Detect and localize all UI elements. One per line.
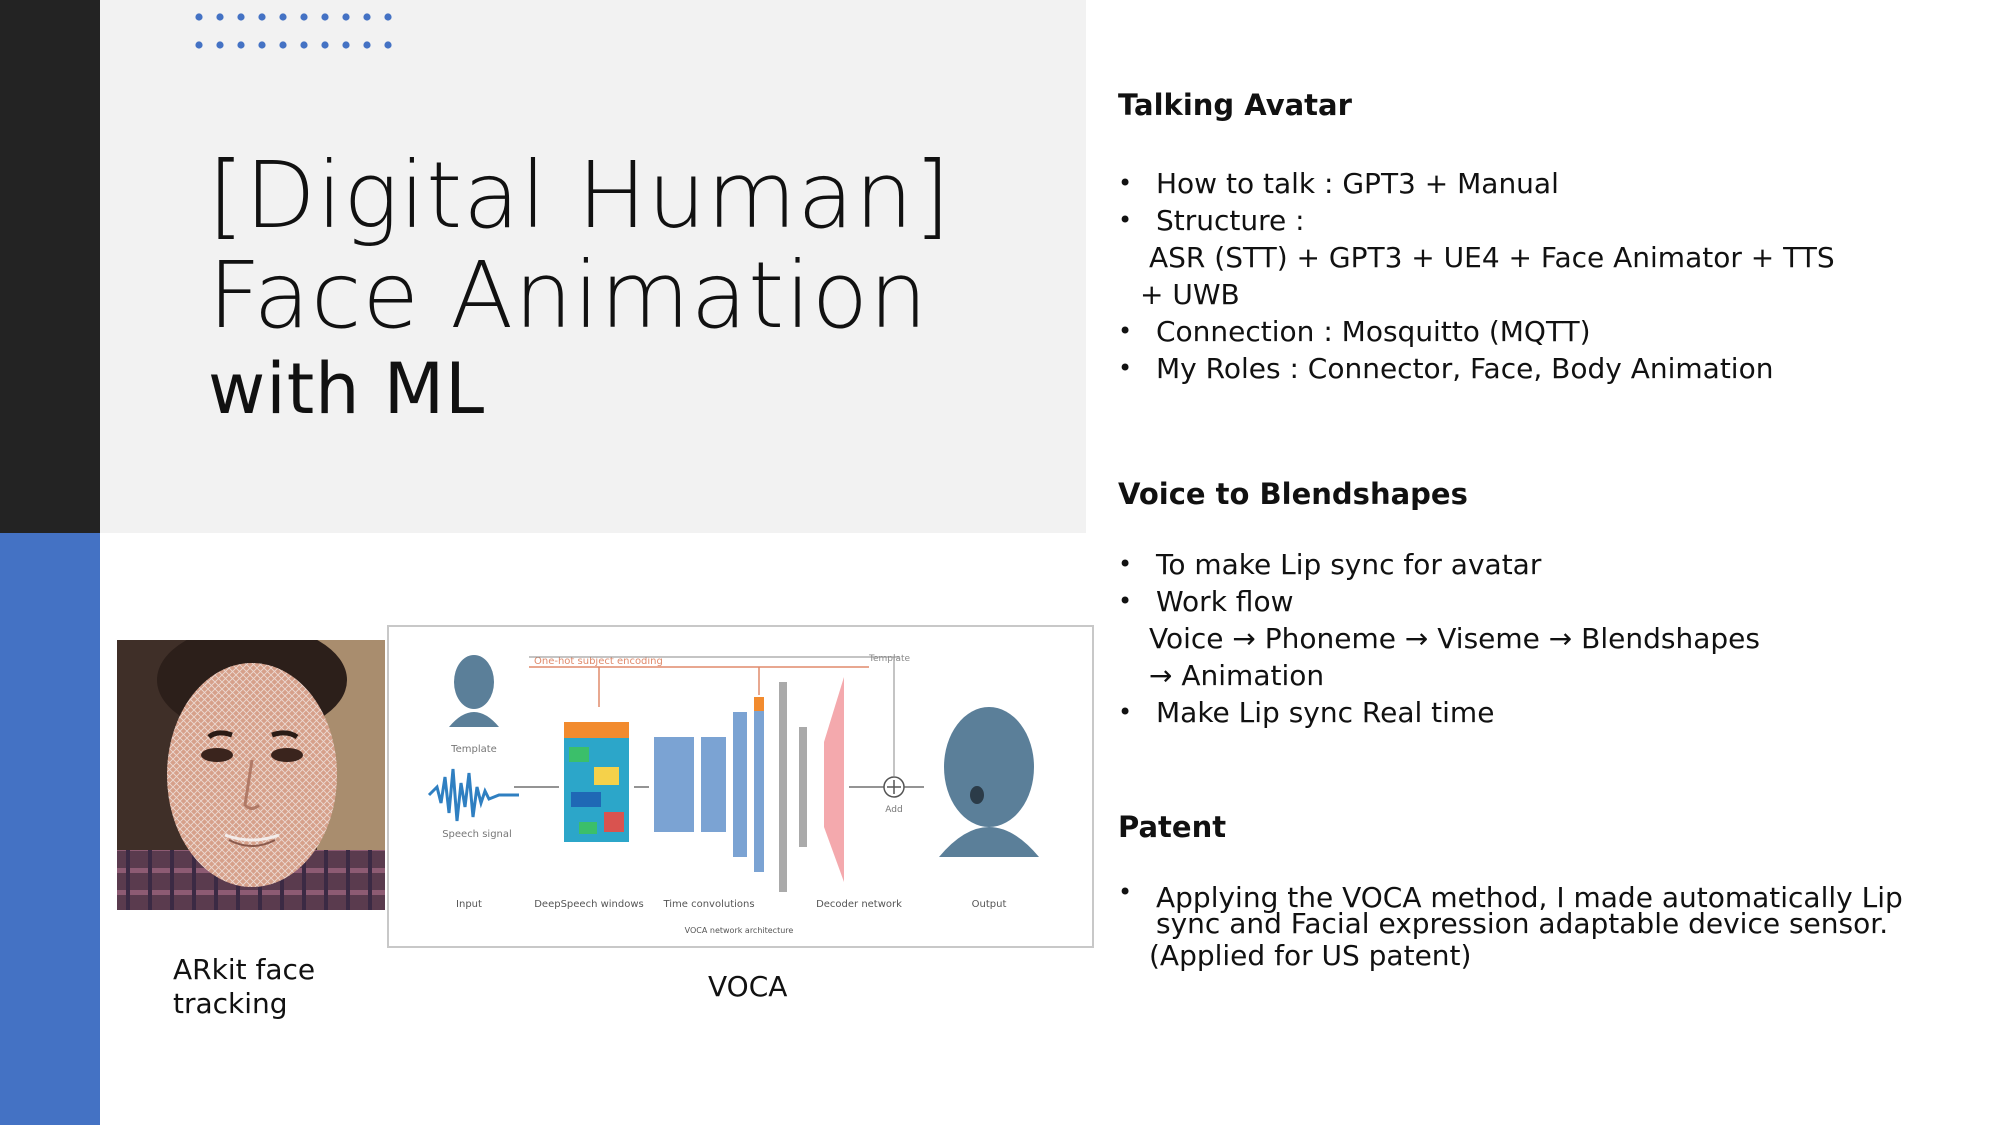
bullet-patent-status: (Applied for US patent) [1149,939,1472,972]
label-input: Input [456,899,482,910]
section-talking-avatar: Talking Avatar How to talk : GPT3 + Manu… [1118,88,1958,387]
slide-title: [Digital Human] Face Animation with ML [208,142,952,430]
bullet-patent-description: Applying the VOCA method, I made automat… [1118,879,1958,938]
decoder-bar-1 [779,682,787,892]
left-blue-bar [0,533,100,1125]
bullet-work-flow: Work flow [1118,583,1958,620]
label-template-top: Template [868,654,911,664]
conv-block-4 [754,697,764,872]
label-time-conv: Time convolutions [662,899,754,910]
speech-waveform [427,768,519,822]
template-head-icon [449,655,499,727]
section-patent: Patent Applying the VOCA method, I made … [1118,810,1958,974]
label-add: Add [885,805,902,815]
section-title-talking-avatar: Talking Avatar [1118,88,1352,122]
bullet-real-time: Make Lip sync Real time [1118,694,1958,731]
section-title-patent: Patent [1118,810,1227,844]
bullet-connection: Connection : Mosquitto (MQTT) [1118,313,1958,350]
title-line-2: Face Animation [208,242,929,349]
left-dark-bar [0,0,100,533]
voca-diagram: Template Speech signal One-hot subject e… [387,625,1094,948]
label-template: Template [450,744,497,755]
voca-caption: VOCA [708,970,788,1003]
bullet-structure-detail-1: ASR (STT) + GPT3 + UE4 + Face Animator +… [1149,241,1835,274]
label-speech-signal: Speech signal [442,829,512,840]
output-head-icon [939,707,1039,857]
arkit-caption-line-2: tracking [173,987,288,1020]
conv-block-2 [701,737,726,832]
bullet-structure-detail-2: + UWB [1140,278,1240,311]
arkit-face-photo [117,640,385,910]
bullet-lip-sync-avatar: To make Lip sync for avatar [1118,546,1958,583]
bullet-how-to-talk: How to talk : GPT3 + Manual [1118,165,1958,202]
title-line-1: [Digital Human] [208,142,952,249]
label-one-hot: One-hot subject encoding [534,656,663,667]
conv-block-1 [654,737,694,832]
arkit-caption-line-1: ARkit face [173,953,316,986]
decorative-dots [195,13,392,49]
deepspeech-heatmap [564,722,629,842]
decoder-bar-2 [799,727,807,847]
bullet-work-flow-detail-1: Voice → Phoneme → Viseme → Blendshapes [1149,622,1760,655]
arkit-caption: ARkit face tracking [173,953,315,1021]
decoder-trapezoid [824,677,844,882]
label-decoder: Decoder network [816,899,902,910]
label-architecture: VOCA network architecture [685,926,794,935]
bullet-structure: Structure : [1118,202,1958,239]
bullet-work-flow-detail-2: → Animation [1149,659,1325,692]
title-line-3: with ML [208,348,486,430]
section-title-voice-to-blendshapes: Voice to Blendshapes [1118,477,1468,511]
section-voice-to-blendshapes: Voice to Blendshapes To make Lip sync fo… [1118,477,1958,731]
label-deepspeech: DeepSpeech windows [534,899,644,910]
conv-block-3 [733,712,747,857]
label-output: Output [972,899,1007,910]
bullet-my-roles: My Roles : Connector, Face, Body Animati… [1118,350,1958,387]
